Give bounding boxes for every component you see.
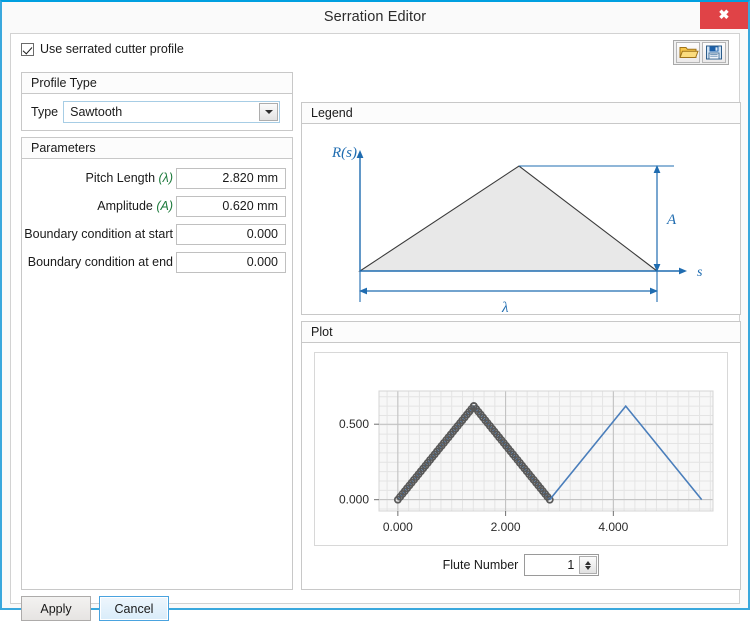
svg-text:4.000: 4.000 [598, 520, 628, 534]
chevron-down-icon[interactable] [259, 103, 279, 121]
svg-text:0.000: 0.000 [383, 520, 413, 534]
amplitude-label: Amplitude (A) [97, 199, 173, 213]
cancel-button[interactable]: Cancel [99, 596, 169, 621]
legend-title: Legend [302, 103, 740, 124]
param-row-boundary-start: Boundary condition at start 0.000 [24, 223, 286, 245]
flute-number-stepper[interactable]: 1 [524, 554, 600, 576]
type-label: Type [31, 105, 59, 119]
open-button[interactable] [676, 42, 700, 63]
serration-editor-window: Serration Editor ✖ Use serrated cutter p… [0, 0, 750, 621]
param-row-boundary-end: Boundary condition at end 0.000 [27, 251, 286, 273]
amplitude-input[interactable]: 0.620 mm [176, 195, 286, 217]
save-button[interactable] [702, 42, 726, 63]
boundary-end-label: Boundary condition at end [27, 255, 173, 269]
legend-y-axis-label: R(s) [331, 145, 357, 161]
use-serrated-cutter-profile-label: Use serrated cutter profile [40, 42, 184, 56]
pitch-length-input[interactable]: 2.820 mm [176, 167, 286, 189]
dialog-client-area: Use serrated cutter profile Profile Type… [10, 33, 741, 621]
save-disk-icon [706, 45, 722, 60]
parameters-group: Parameters Pitch Length (λ) 2.820 mm Amp… [21, 137, 293, 590]
parameters-title: Parameters [22, 138, 292, 159]
window-title: Serration Editor [323, 9, 427, 25]
legend-group: Legend R(s) s A λ [301, 102, 741, 315]
flute-number-row: Flute Number 1 [302, 554, 740, 576]
boundary-end-input[interactable]: 0.000 [176, 251, 286, 273]
toolbar [673, 40, 729, 65]
profile-type-group: Profile Type Type Sawtooth [21, 72, 293, 131]
param-row-pitch-length: Pitch Length (λ) 2.820 mm [30, 167, 286, 189]
type-row: Type Sawtooth [31, 101, 281, 123]
close-icon: ✖ [718, 7, 730, 22]
flute-number-label: Flute Number [442, 558, 519, 572]
checkbox-box [21, 42, 34, 56]
serration-chart: 0.000 2.000 4.000 0.000 0.500 [339, 390, 714, 534]
stepper-arrows-icon[interactable] [579, 556, 598, 574]
legend-pitch-label: λ [501, 300, 509, 314]
param-row-amplitude: Amplitude (A) 0.620 mm [30, 195, 286, 217]
boundary-start-label: Boundary condition at start [24, 227, 173, 241]
plot-group: Plot 0.000 2.000 4.000 0.000 0.500 Flute Num… [301, 321, 741, 590]
legend-x-axis-label: s [697, 265, 703, 280]
top-bar: Use serrated cutter profile [11, 34, 739, 67]
dialog-footer: Apply Cancel [21, 596, 177, 621]
profile-type-title: Profile Type [22, 73, 292, 94]
svg-text:0.500: 0.500 [339, 417, 369, 431]
type-selected-value: Sawtooth [70, 105, 123, 119]
plot-title: Plot [302, 322, 740, 343]
plot-canvas-container: 0.000 2.000 4.000 0.000 0.500 [314, 352, 728, 546]
boundary-start-input[interactable]: 0.000 [176, 223, 286, 245]
close-button[interactable]: ✖ [700, 2, 748, 29]
pitch-length-label: Pitch Length (λ) [85, 171, 173, 185]
apply-button[interactable]: Apply [21, 596, 91, 621]
svg-text:0.000: 0.000 [339, 493, 369, 507]
svg-text:2.000: 2.000 [491, 520, 521, 534]
type-select[interactable]: Sawtooth [63, 101, 281, 123]
use-serrated-cutter-profile-checkbox[interactable]: Use serrated cutter profile [21, 42, 184, 56]
open-folder-icon [679, 47, 699, 58]
legend-diagram: R(s) s A λ [331, 145, 703, 314]
title-bar: Serration Editor ✖ [2, 2, 748, 33]
legend-amplitude-label: A [666, 212, 677, 228]
